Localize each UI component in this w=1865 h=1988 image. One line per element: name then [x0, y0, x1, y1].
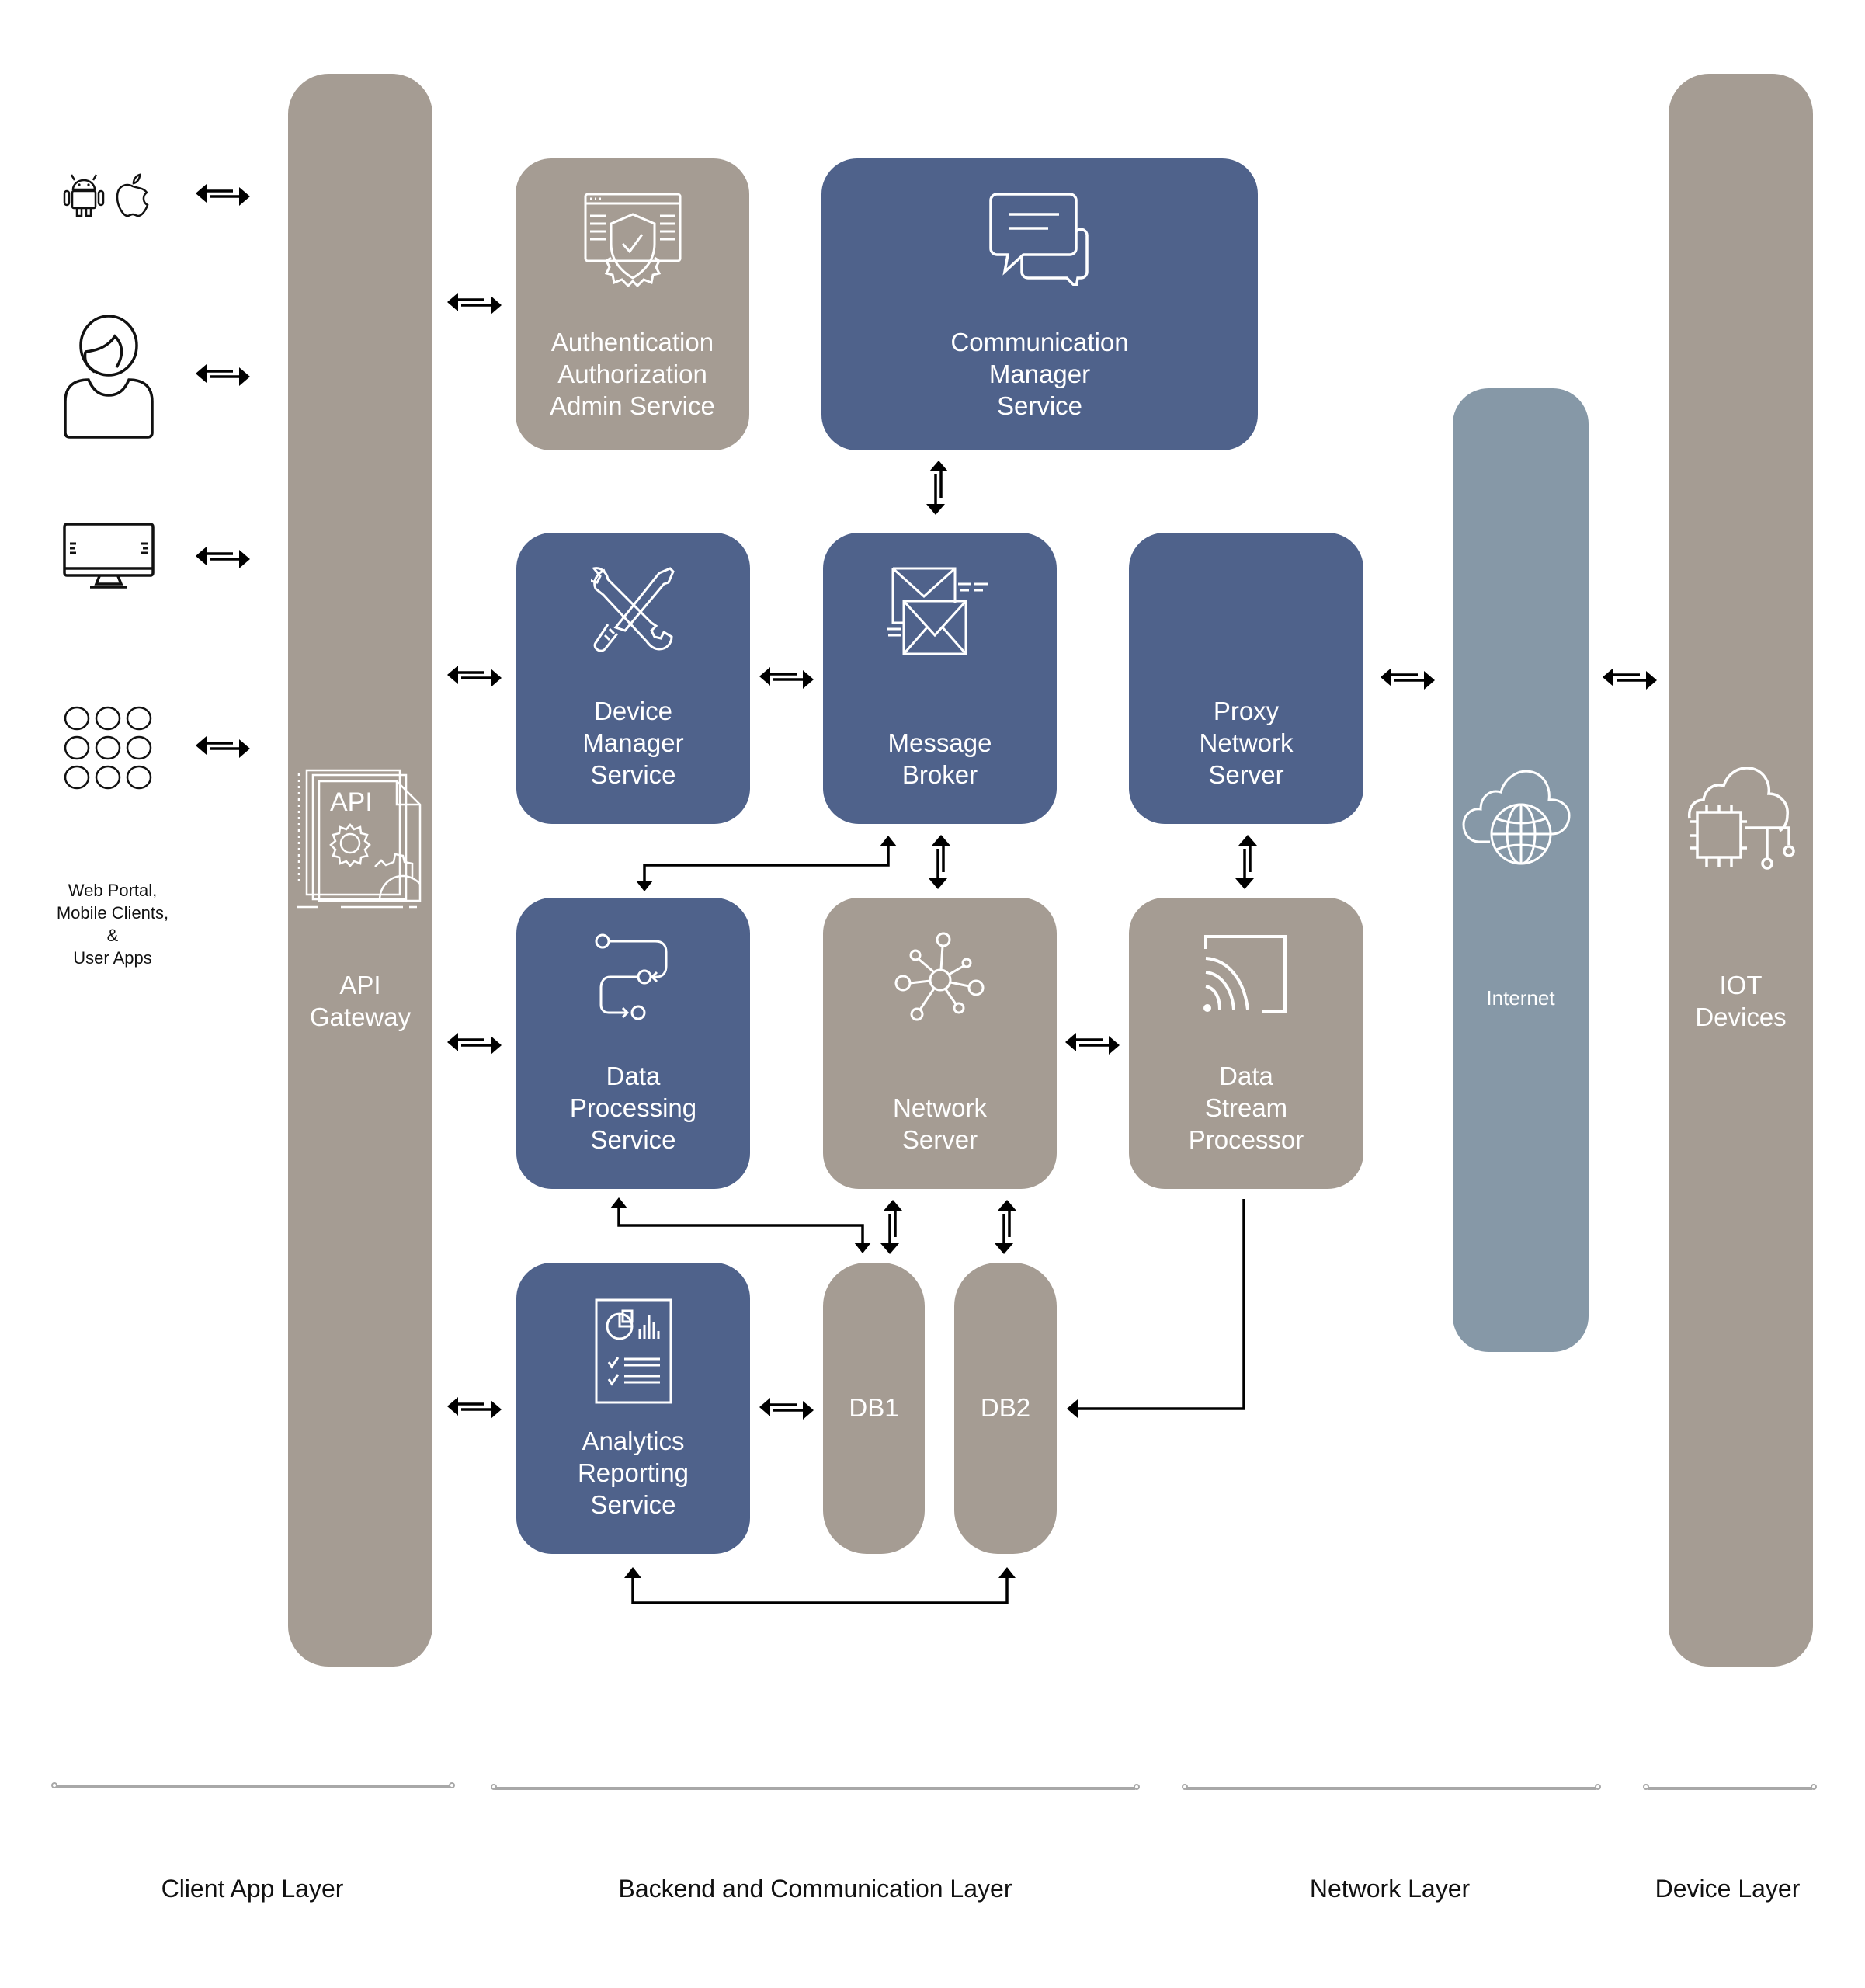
- layer-line-client: [51, 1782, 455, 1788]
- layer-label-backend: Backend and Communication Layer: [618, 1875, 1012, 1903]
- arrow-api-data-processing: [446, 1031, 503, 1056]
- layer-label-client: Client App Layer: [161, 1875, 344, 1903]
- arrow-apps-api: [194, 735, 252, 759]
- layer-line-device: [1643, 1784, 1817, 1790]
- arrow-data-stream-db2: [1067, 1199, 1245, 1418]
- arrow-mobile-api: [194, 182, 252, 207]
- arrow-message-broker-network: [927, 833, 952, 891]
- arrow-message-broker-data-processing: [636, 836, 897, 891]
- arrow-analytics-db1: [758, 1396, 815, 1421]
- arrow-web-api: [194, 545, 252, 570]
- arrow-network-db2: [993, 1198, 1018, 1256]
- arrow-analytics-db2: [624, 1567, 1016, 1604]
- layer-label-network: Network Layer: [1309, 1875, 1471, 1903]
- arrow-api-analytics: [446, 1395, 503, 1420]
- connectors: [194, 182, 1658, 1604]
- arrow-proxy-data-stream: [1234, 833, 1259, 891]
- arrow-proxy-internet: [1379, 666, 1436, 691]
- arrow-api-device-manager: [446, 664, 503, 689]
- arrow-api-auth: [446, 291, 503, 316]
- layer-line-network: [1182, 1784, 1601, 1790]
- arrow-network-db1: [879, 1198, 904, 1256]
- arrow-internet-iot: [1601, 666, 1658, 691]
- layer-label-device: Device Layer: [1655, 1875, 1801, 1903]
- layer-line-backend: [491, 1784, 1140, 1790]
- arrow-comm-message-broker: [925, 459, 950, 516]
- arrow-device-manager-message-broker: [758, 666, 815, 690]
- arrow-network-data-stream: [1064, 1031, 1121, 1056]
- arrow-data-processing-db1: [610, 1197, 871, 1253]
- arrow-user-api: [194, 363, 252, 388]
